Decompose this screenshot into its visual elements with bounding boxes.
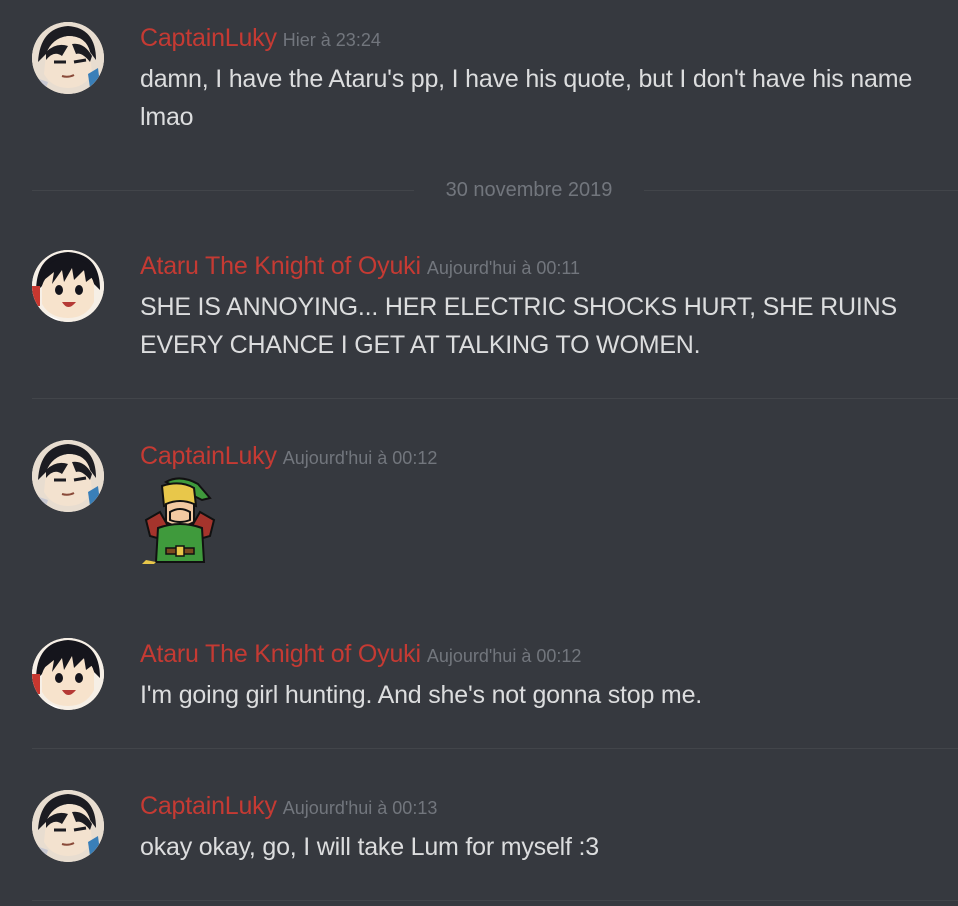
message-header: Ataru The Knight of Oyuki Aujourd'hui à 0…	[140, 640, 581, 669]
avatar[interactable]	[32, 638, 104, 710]
link-laughing-emoji-icon	[142, 477, 216, 564]
captainluky-avatar-icon	[32, 790, 104, 862]
ataru-avatar-icon	[32, 250, 104, 322]
captainluky-avatar-icon	[32, 440, 104, 512]
avatar[interactable]	[32, 250, 104, 322]
message-header: CaptainLuky Aujourd'hui à 00:12	[140, 442, 437, 471]
message-text: I'm going girl hunting. And she's not go…	[140, 681, 703, 709]
message-text: SHE IS ANNOYING... HER ELECTRIC SHOCKS H…	[140, 293, 897, 359]
divider-line	[32, 190, 414, 191]
message-header: CaptainLuky Hier à 23:24	[140, 24, 381, 53]
timestamp[interactable]: Aujourd'hui à 00:12	[427, 646, 582, 666]
timestamp[interactable]: Aujourd'hui à 00:12	[283, 448, 438, 468]
message-header: Ataru The Knight of Oyuki Aujourd'hui à 0…	[140, 252, 580, 281]
username[interactable]: Ataru The Knight of Oyuki	[140, 252, 421, 280]
username[interactable]: CaptainLuky	[140, 792, 277, 820]
message-header: CaptainLuky Aujourd'hui à 00:13	[140, 792, 437, 821]
ataru-avatar-icon	[32, 638, 104, 710]
message-text: okay okay, go, I will take Lum for mysel…	[140, 833, 599, 861]
avatar[interactable]	[32, 440, 104, 512]
date-label: 30 novembre 2019	[445, 179, 613, 201]
chat-messages: CaptainLuky Hier à 23:24 damn, I have the…	[0, 0, 958, 906]
timestamp[interactable]: Aujourd'hui à 00:13	[283, 798, 438, 818]
message-divider	[32, 748, 958, 749]
username[interactable]: CaptainLuky	[140, 442, 277, 470]
timestamp[interactable]: Hier à 23:24	[283, 30, 381, 50]
avatar[interactable]	[32, 790, 104, 862]
captainluky-avatar-icon	[32, 22, 104, 94]
avatar[interactable]	[32, 22, 104, 94]
date-divider: 30 novembre 2019	[32, 180, 958, 200]
username[interactable]: CaptainLuky	[140, 24, 277, 52]
username[interactable]: Ataru The Knight of Oyuki	[140, 640, 421, 668]
link-laughing-emoji[interactable]	[140, 476, 230, 569]
divider-line	[644, 190, 958, 191]
message-divider	[32, 398, 958, 399]
message-text: damn, I have the Ataru's pp, I have his …	[140, 65, 913, 131]
timestamp[interactable]: Aujourd'hui à 00:11	[427, 258, 580, 278]
message-divider	[32, 900, 958, 901]
